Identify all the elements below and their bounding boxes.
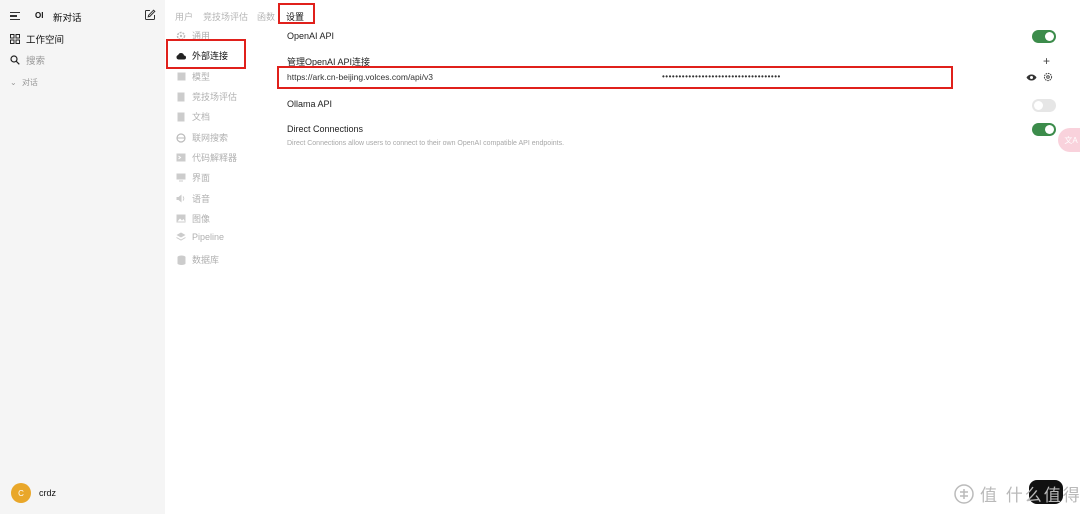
layers-icon: [176, 232, 186, 242]
ollama-api-toggle[interactable]: [1032, 99, 1056, 112]
search-label: 搜索: [26, 56, 46, 67]
category-label: 联网搜索: [192, 133, 229, 143]
category-code-interpreter[interactable]: 代码解释器: [176, 151, 237, 164]
grid-icon: [10, 34, 20, 44]
connections-highlight: [166, 39, 246, 69]
menu-icon[interactable]: [10, 12, 20, 20]
chats-section-label: 对话: [21, 78, 38, 87]
watermark: 值 什么值得买: [954, 481, 1080, 506]
user-name: crdz: [39, 488, 57, 498]
monitor-icon: [176, 173, 186, 183]
speaker-icon: [176, 194, 186, 204]
category-label: 数据库: [192, 255, 220, 265]
user-menu[interactable]: C crdz: [11, 483, 56, 503]
category-label: 文档: [192, 112, 211, 122]
ollama-api-title: Ollama API: [287, 99, 333, 109]
settings-tab-highlight: [278, 3, 315, 24]
tab-users[interactable]: 用户: [175, 10, 193, 23]
category-label: Pipeline: [192, 232, 225, 242]
category-label: 图像: [192, 214, 211, 224]
category-label: 界面: [192, 173, 211, 183]
openai-api-title: OpenAI API: [287, 31, 335, 41]
category-arena[interactable]: 竞技场评估: [176, 90, 237, 103]
tab-arena[interactable]: 竞技场评估: [203, 10, 248, 23]
openai-api-toggle[interactable]: [1032, 30, 1056, 43]
direct-connections-toggle[interactable]: [1032, 123, 1056, 136]
document-icon: [176, 92, 186, 102]
category-label: 代码解释器: [192, 153, 238, 163]
tab-functions[interactable]: 函数: [257, 10, 275, 23]
watermark-text: 值 什么值得买: [980, 486, 1080, 505]
image-icon: [176, 214, 186, 224]
category-label: 语音: [192, 194, 211, 204]
search-icon: [10, 55, 20, 65]
category-pipeline[interactable]: Pipeline: [176, 232, 224, 242]
cube-icon: [176, 72, 186, 82]
search-item[interactable]: 搜索: [10, 53, 45, 67]
chevron-down-icon: ⌄: [10, 78, 17, 87]
database-icon: [176, 255, 186, 265]
category-label: 模型: [192, 72, 211, 82]
category-interface[interactable]: 界面: [176, 171, 210, 184]
edit-icon[interactable]: [144, 9, 156, 21]
add-connection-button[interactable]: +: [1043, 54, 1050, 68]
sidebar: OI 新对话 工作空间 搜索 ⌄ 对话 C crdz: [0, 0, 165, 514]
direct-connections-description: Direct Connections allow users to connec…: [287, 140, 565, 147]
direct-connections-title: Direct Connections: [287, 124, 364, 134]
terminal-icon: [176, 153, 186, 163]
globe-icon: [176, 132, 186, 143]
gear-icon[interactable]: [1043, 72, 1053, 82]
watermark-logo-icon: [954, 483, 974, 504]
category-audio[interactable]: 语音: [176, 192, 210, 205]
category-label: 竞技场评估: [192, 92, 238, 102]
category-database[interactable]: 数据库: [176, 253, 219, 266]
eye-icon[interactable]: [1026, 74, 1037, 81]
workspace-item[interactable]: 工作空间: [10, 32, 64, 46]
document-icon: [176, 112, 186, 122]
category-models[interactable]: 模型: [176, 70, 210, 83]
new-chat-label[interactable]: 新对话: [53, 10, 82, 24]
connection-row-highlight: [277, 66, 953, 89]
category-web-search[interactable]: 联网搜索: [176, 131, 228, 144]
avatar: C: [11, 483, 31, 503]
chats-section[interactable]: ⌄ 对话: [10, 77, 38, 88]
category-documents[interactable]: 文档: [176, 110, 210, 123]
workspace-label: 工作空间: [26, 35, 65, 46]
category-images[interactable]: 图像: [176, 212, 210, 225]
translate-icon[interactable]: 文A: [1058, 128, 1080, 152]
app-logo: OI: [35, 11, 44, 20]
